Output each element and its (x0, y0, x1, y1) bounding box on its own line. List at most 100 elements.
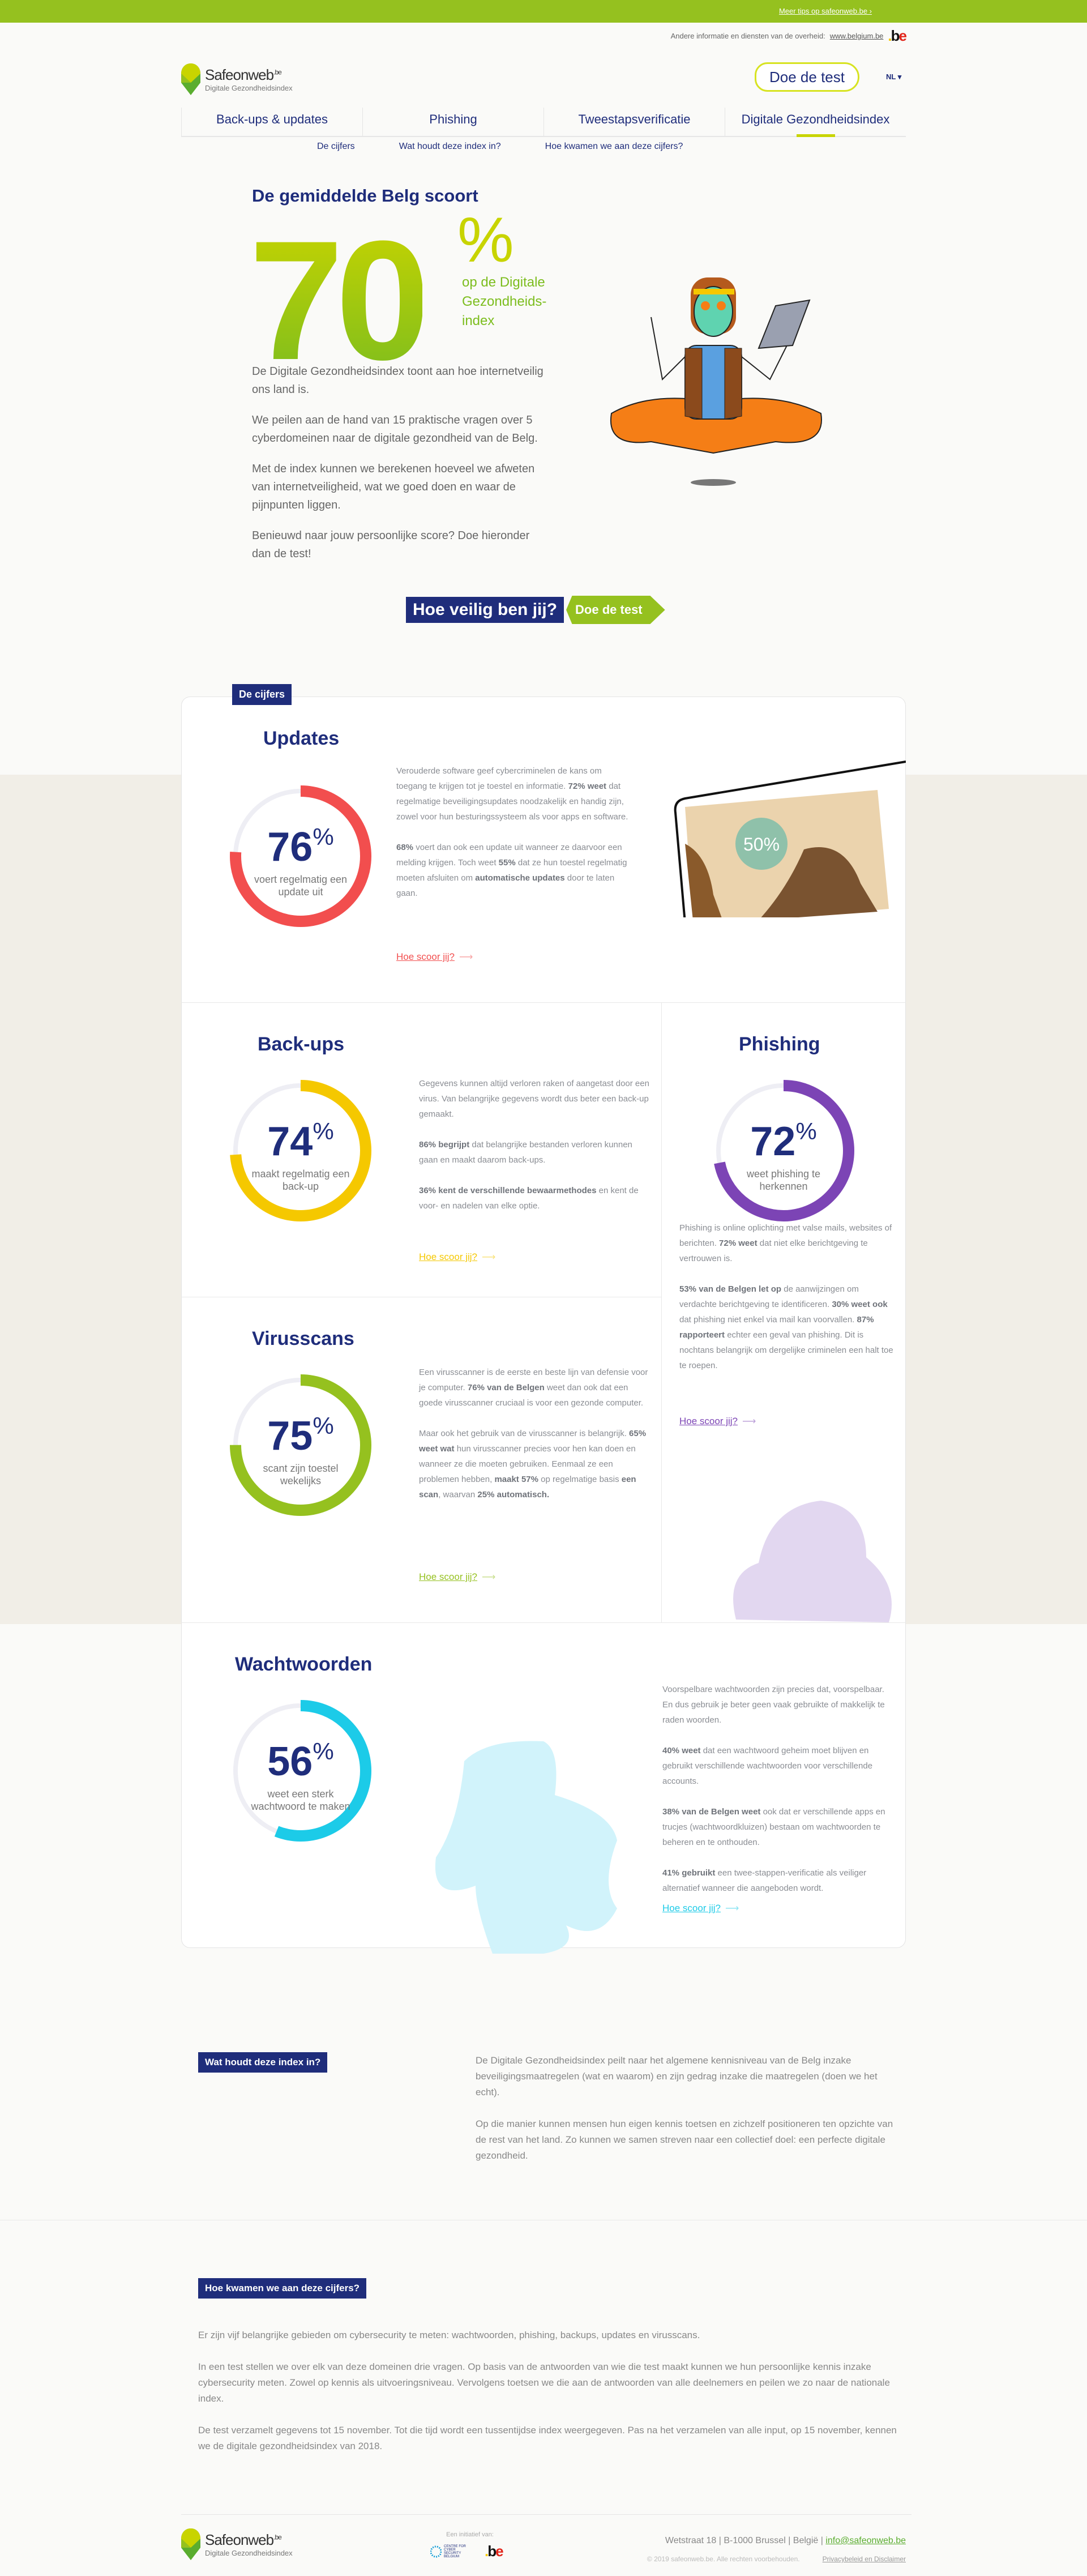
arrow-right-icon: ⟶ (742, 1416, 756, 1426)
initiative-logos: CENTRE FOR CYBER SECURITY BELGIUM .be (430, 2543, 504, 2560)
paragraph: 68% voert dan ook een update uit wanneer… (396, 840, 628, 901)
wachtwoorden-text: Voorspelbare wachtwoorden zijn precies d… (662, 1682, 895, 1911)
arrow-right-icon: ⟶ (725, 1903, 739, 1913)
bold-stat: 30% weet ook (832, 1300, 888, 1309)
footer-legal: © 2019 safeonweb.be. Alle rechten voorbe… (647, 2555, 906, 2563)
paragraph: Gegevens kunnen altijd verloren raken of… (419, 1076, 651, 1122)
value-number: 75 (267, 1413, 313, 1459)
method-paragraph: De test verzamelt gegevens tot 15 novemb… (198, 2425, 897, 2451)
updates-phone-illustration: 50% (674, 761, 906, 917)
link-label: Hoe scoor jij? (419, 1251, 477, 1262)
copyright: © 2019 safeonweb.be. Alle rechten voorbe… (647, 2555, 800, 2563)
percent-sign: % (313, 823, 334, 850)
value-number: 56 (267, 1739, 313, 1784)
link-label: Hoe scoor jij? (419, 1571, 477, 1582)
subnav-index[interactable]: Wat houdt deze index in? (399, 142, 501, 152)
virusscans-score-link[interactable]: Hoe scoor jij? ⟶ (419, 1571, 495, 1583)
value-number: 74 (267, 1119, 313, 1164)
logo-shield-icon (181, 2528, 200, 2560)
phishing-score-link[interactable]: Hoe scoor jij? ⟶ (679, 1416, 756, 1427)
paragraph: Voorspelbare wachtwoorden zijn precies d… (662, 1682, 895, 1728)
paragraph: 36% kent de verschillende bewaarmethodes… (419, 1183, 651, 1214)
logo-name: Safeonweb (205, 2531, 274, 2548)
more-tips-link[interactable]: Meer tips op safeonweb.be › (779, 7, 872, 15)
hero-percent: % (457, 204, 514, 275)
belgium-link[interactable]: www.belgium.be (830, 32, 884, 40)
donut-caption: scant zijn toestel wekelijks (263, 1463, 339, 1486)
phishing-title: Phishing (739, 1033, 820, 1055)
text-run: dat phishing niet enkel via mail kan voo… (679, 1315, 857, 1325)
paragraph: Verouderde software geef cybercriminelen… (396, 763, 628, 825)
subnav-cijfers[interactable]: De cijfers (317, 142, 355, 152)
percent-sign: % (313, 1118, 334, 1144)
nav-digitale-gezondheidsindex[interactable]: Digitale Gezondheidsindex (725, 108, 906, 137)
ccb-emblem-icon (430, 2545, 442, 2557)
bold-stat: 38% van de Belgen weet (662, 1807, 761, 1817)
donut-caption: maakt regelmatig een back-up (251, 1168, 350, 1192)
cta-do-test-button[interactable]: Doe de test (566, 596, 665, 624)
gov-text: Andere informatie en diensten van de ove… (670, 32, 825, 40)
be-logo[interactable]: .be (485, 2543, 504, 2560)
logo-shield-icon (181, 63, 200, 95)
footer-divider (181, 2514, 911, 2515)
backups-title: Back-ups (258, 1033, 345, 1055)
divider (181, 1622, 906, 1623)
section-tag-cijfers: De cijfers (232, 684, 292, 705)
safeonweb-logo[interactable]: Safeonweb.be Digitale Gezondheidsindex (181, 63, 293, 95)
wachtwoorden-score-link[interactable]: Hoe scoor jij? ⟶ (662, 1903, 739, 1914)
bold-stat: 72% weet (719, 1238, 758, 1248)
paragraph: Phishing is online oplichting met valse … (679, 1220, 895, 1266)
ccb-logo[interactable]: CENTRE FOR CYBER SECURITY BELGIUM (430, 2543, 472, 2560)
link-label: Hoe scoor jij? (679, 1416, 738, 1426)
paragraph: 41% gebruikt een twee-stappen-verificati… (662, 1865, 895, 1896)
nav-phishing[interactable]: Phishing (362, 108, 544, 136)
logo-subtitle: Digitale Gezondheidsindex (205, 2549, 293, 2557)
value-number: 72 (750, 1119, 796, 1164)
divider (181, 1002, 906, 1003)
top-bar: Meer tips op safeonweb.be › (0, 0, 1087, 23)
section-tag-method: Hoe kwamen we aan deze cijfers? (198, 2278, 367, 2299)
bold-stat: maakt 57% (494, 1475, 538, 1484)
percent-sign: % (313, 1738, 334, 1765)
intro-paragraph: De Digitale Gezondheidsindex toont aan h… (252, 365, 544, 396)
wachtwoorden-donut: 56% weet een sterk wachtwoord te maken (227, 1697, 374, 1844)
nav-tweestapsverificatie[interactable]: Tweestapsverificatie (544, 108, 725, 136)
bold-stat: 40% weet (662, 1746, 701, 1755)
subnav-method[interactable]: Hoe kwamen we aan deze cijfers? (545, 142, 683, 152)
method-paragraph: In een test stellen we over elk van deze… (198, 2361, 890, 2404)
privacy-link[interactable]: Privacybeleid en Disclaimer (823, 2555, 906, 2563)
link-label: Hoe scoor jij? (396, 951, 455, 962)
be-logo[interactable]: .be (888, 27, 907, 45)
initiative-label: Een initiatief van: (446, 2531, 494, 2538)
arrow-right-icon: ⟶ (459, 951, 473, 962)
language-select[interactable]: NL ▾ (886, 72, 901, 82)
bold-stat: automatische updates (475, 873, 565, 883)
text-run: , waarvan (438, 1490, 478, 1500)
percent-sign: % (313, 1412, 334, 1439)
bold-stat: 36% kent de verschillende bewaarmethodes (419, 1186, 597, 1195)
hero-score: 70 (249, 205, 430, 395)
updates-donut: 76% voert regelmatig een update uit (227, 783, 374, 930)
ccb-name: CENTRE FOR CYBER SECURITY BELGIUM (444, 2544, 466, 2558)
donut-value: 56% (227, 1738, 374, 1785)
paragraph: 53% van de Belgen let op de aanwijzingen… (679, 1281, 895, 1373)
nav-backups-updates[interactable]: Back-ups & updates (181, 108, 362, 136)
text-run: Gegevens kunnen altijd verloren raken of… (419, 1079, 649, 1119)
meditating-hippie-illustration (610, 277, 822, 486)
method-text: Er zijn vijf belangrijke gebieden om cyb… (198, 2327, 906, 2470)
address-text: Wetstraat 18 | B-1000 Brussel | België | (665, 2536, 823, 2545)
updates-text: Verouderde software geef cybercriminelen… (396, 763, 628, 916)
text-run: Voorspelbare wachtwoorden zijn precies d… (662, 1685, 885, 1725)
intro-paragraph: Met de index kunnen we berekenen hoeveel… (252, 463, 535, 511)
footer-logo[interactable]: Safeonweb.be Digitale Gezondheidsindex (181, 2528, 293, 2560)
text-run: op regelmatige basis (538, 1475, 622, 1484)
updates-score-link[interactable]: Hoe scoor jij? ⟶ (396, 951, 473, 963)
do-test-button[interactable]: Doe de test (755, 62, 859, 92)
donut-value: 76% (227, 823, 374, 870)
donut-value: 72% (710, 1118, 857, 1165)
logo-tld: .be (273, 68, 282, 76)
virusscans-donut: 75% scant zijn toestel wekelijks (227, 1372, 374, 1519)
email-link[interactable]: info@safeonweb.be (825, 2536, 906, 2545)
bold-stat: 76% van de Belgen (467, 1383, 545, 1392)
backups-score-link[interactable]: Hoe scoor jij? ⟶ (419, 1251, 495, 1263)
